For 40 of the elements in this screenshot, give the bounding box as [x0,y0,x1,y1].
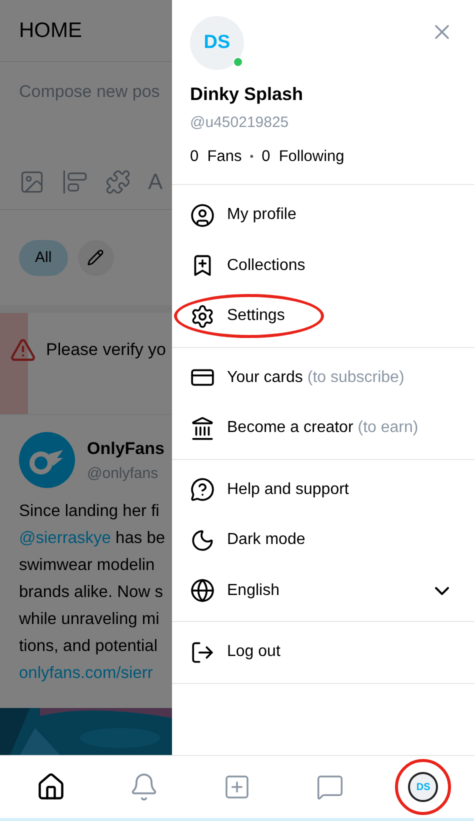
menu-item[interactable]: Log out [172,627,474,678]
post-text: Since landing her fi @sierraskye has be swimwear modelin brands alike. Now s while unraveling mi tions, and potential onlyfans.com/sierr [19,501,166,684]
home-icon [36,772,66,802]
menu-item[interactable]: Settings [172,291,474,342]
settings-icon [190,304,215,329]
page-title: HOME [19,18,82,42]
author-name: OnlyFans [87,438,164,458]
user-handle: @u450219825 [190,114,290,131]
help-icon [190,477,215,502]
poll-icon[interactable] [62,169,88,195]
moon-icon [190,528,215,553]
menu-item[interactable]: Help and support [172,464,474,515]
highlight-ring [395,759,452,815]
menu-item[interactable]: Become a creator (to earn) [172,403,474,454]
logout-icon [190,640,215,665]
menu-item[interactable]: Your cards (to subscribe) [172,352,474,403]
warning-icon [10,336,36,362]
bank-icon [190,416,215,441]
separator-dot: • [250,151,254,163]
warning-text: Please verify yo [46,340,166,360]
author-handle: @onlyfans [87,464,160,482]
edit-button[interactable] [78,240,114,276]
following-count[interactable]: 0 Following [262,148,344,166]
pencil-icon [87,249,104,266]
menu-item[interactable]: Dark mode [172,515,474,566]
puzzle-icon[interactable] [105,169,131,195]
user-name: Dinky Splash [190,84,304,105]
filter-chip[interactable]: All [19,240,68,276]
menu-item[interactable]: My profile [172,190,474,240]
menu-item[interactable]: Collections [172,240,474,291]
compose-field[interactable]: Compose new pos [19,82,172,102]
message-icon [316,773,344,801]
avatar-icon [19,432,75,488]
fans-count[interactable]: 0 Fans [190,148,242,166]
profile-avatar: DS [408,772,438,802]
image-icon[interactable] [19,169,45,195]
user-icon [190,202,215,228]
globe-icon [190,578,215,604]
menu-item[interactable]: English [172,566,474,616]
add-icon [222,773,251,801]
